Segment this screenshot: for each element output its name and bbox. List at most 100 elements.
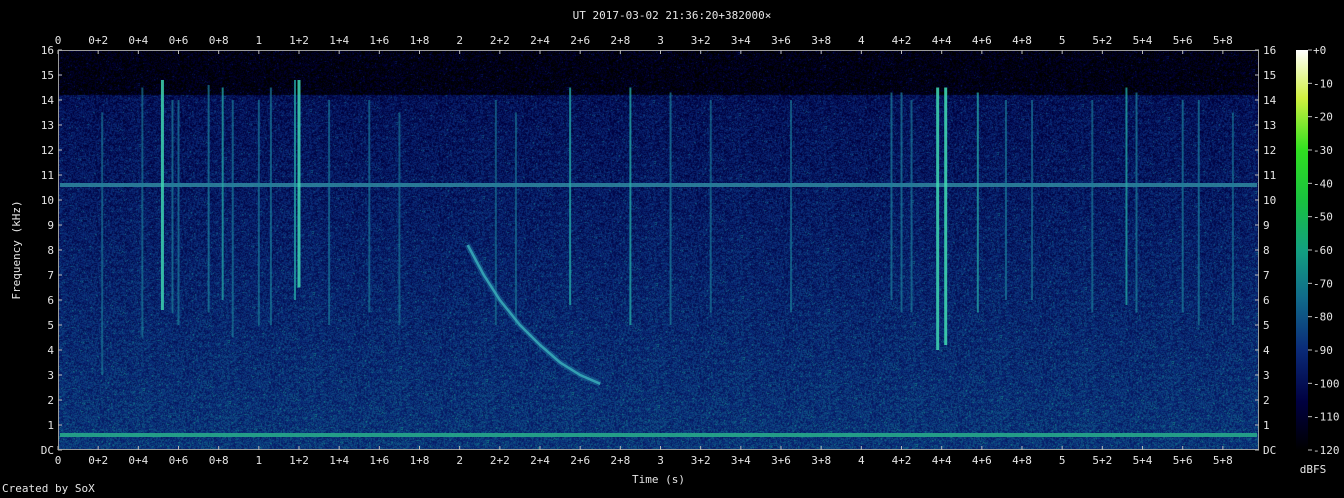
x-tick-top-label: 2+6 bbox=[570, 34, 590, 47]
x-tick-bottom-label: 3 bbox=[657, 454, 664, 467]
tone-band bbox=[60, 183, 1257, 187]
x-tick-top-label: 1+4 bbox=[329, 34, 349, 47]
x-tick-top-label: 1+8 bbox=[410, 34, 430, 47]
x-tick-bottom-label: 4+4 bbox=[932, 454, 952, 467]
x-tick-top-label: 4+6 bbox=[972, 34, 992, 47]
x-tick-bottom-label: 0+6 bbox=[169, 454, 189, 467]
x-tick-bottom-label: 3+6 bbox=[771, 454, 791, 467]
x-tick-top-label: 5+8 bbox=[1213, 34, 1233, 47]
colorbar-tick-label: -110 bbox=[1313, 411, 1340, 424]
x-tick-top-label: 4+2 bbox=[892, 34, 912, 47]
x-tick-bottom-label: 4 bbox=[858, 454, 865, 467]
colorbar-tick-label: -10 bbox=[1313, 77, 1333, 90]
x-tick-top-label: 3+4 bbox=[731, 34, 751, 47]
x-tick-bottom-label: 5+6 bbox=[1173, 454, 1193, 467]
y-tick-right-label: 13 bbox=[1263, 119, 1276, 132]
x-tick-top-label: 2+2 bbox=[490, 34, 510, 47]
colorbar-tick-label: -50 bbox=[1313, 211, 1333, 224]
colorbar-tick-label: -100 bbox=[1313, 377, 1340, 390]
x-tick-top-label: 5+2 bbox=[1092, 34, 1112, 47]
spectrogram-plot bbox=[58, 50, 1259, 450]
x-tick-bottom-label: 2+2 bbox=[490, 454, 510, 467]
y-tick-left-label: 10 bbox=[41, 194, 54, 207]
y-tick-right-label: 6 bbox=[1263, 294, 1270, 307]
y-tick-right-label: 10 bbox=[1263, 194, 1276, 207]
y-tick-right-label: 4 bbox=[1263, 344, 1270, 357]
y-tick-right-label: 1 bbox=[1263, 419, 1270, 432]
x-tick-bottom-label: 2+4 bbox=[530, 454, 550, 467]
x-tick-bottom-label: 3+4 bbox=[731, 454, 751, 467]
y-tick-left-label: 6 bbox=[47, 294, 54, 307]
y-tick-left-label: 8 bbox=[47, 244, 54, 257]
x-tick-bottom-label: 4+8 bbox=[1012, 454, 1032, 467]
colorbar-tick-label: -120 bbox=[1313, 444, 1340, 457]
x-tick-top-label: 2+8 bbox=[610, 34, 630, 47]
y-tick-right-label: 5 bbox=[1263, 319, 1270, 332]
x-tick-bottom-label: 3+8 bbox=[811, 454, 831, 467]
x-tick-bottom-label: 4+6 bbox=[972, 454, 992, 467]
x-tick-top-label: 4 bbox=[858, 34, 865, 47]
x-tick-top-label: 4+8 bbox=[1012, 34, 1032, 47]
x-tick-bottom-label: 1+6 bbox=[369, 454, 389, 467]
x-tick-top-label: 1+2 bbox=[289, 34, 309, 47]
x-tick-bottom-label: 0+4 bbox=[128, 454, 148, 467]
y-tick-right-label: DC bbox=[1263, 444, 1276, 457]
x-tick-bottom-label: 0+2 bbox=[88, 454, 108, 467]
credit-text: Created by SoX bbox=[2, 482, 95, 495]
y-tick-left-label: 14 bbox=[41, 94, 55, 107]
x-tick-top-label: 5+4 bbox=[1133, 34, 1153, 47]
x-tick-top-label: 0+4 bbox=[128, 34, 148, 47]
x-tick-top-label: 1 bbox=[256, 34, 263, 47]
x-tick-top-label: 3+8 bbox=[811, 34, 831, 47]
y-tick-left-label: 7 bbox=[47, 269, 54, 282]
y-tick-left-label: 2 bbox=[47, 394, 54, 407]
colorbar-tick-label: -20 bbox=[1313, 111, 1333, 124]
colorbar-tick-label: -60 bbox=[1313, 244, 1333, 257]
y-tick-right-label: 9 bbox=[1263, 219, 1270, 232]
y-tick-left-label: 3 bbox=[47, 369, 54, 382]
x-tick-bottom-label: 1 bbox=[256, 454, 263, 467]
x-tick-top-label: 3 bbox=[657, 34, 664, 47]
y-tick-right-label: 3 bbox=[1263, 369, 1270, 382]
x-tick-bottom-label: 1+4 bbox=[329, 454, 349, 467]
colorbar bbox=[1296, 50, 1308, 450]
x-tick-bottom-label: 5+8 bbox=[1213, 454, 1233, 467]
y-tick-left-label: 9 bbox=[47, 219, 54, 232]
x-tick-bottom-label: 2+8 bbox=[610, 454, 630, 467]
y-tick-right-label: 15 bbox=[1263, 69, 1276, 82]
y-tick-left-label: 1 bbox=[47, 419, 54, 432]
x-tick-top-label: 1+6 bbox=[369, 34, 389, 47]
x-tick-bottom-label: 1+8 bbox=[410, 454, 430, 467]
x-tick-top-label: 3+2 bbox=[691, 34, 711, 47]
x-tick-top-label: 2 bbox=[456, 34, 463, 47]
chart-title: UT 2017-03-02 21:36:20+382000× bbox=[573, 9, 772, 22]
x-tick-bottom-label: 5 bbox=[1059, 454, 1066, 467]
y-tick-left-label: 4 bbox=[47, 344, 54, 357]
x-tick-top-label: 2+4 bbox=[530, 34, 550, 47]
spectrogram-image bbox=[58, 50, 1259, 450]
x-tick-top-label: 3+6 bbox=[771, 34, 791, 47]
x-tick-top-label: 0+2 bbox=[88, 34, 108, 47]
x-tick-bottom-label: 4+2 bbox=[892, 454, 912, 467]
y-tick-left-label: 16 bbox=[41, 44, 54, 57]
spectrogram-canvas-holder bbox=[58, 50, 1259, 450]
x-tick-top-label: 0 bbox=[55, 34, 62, 47]
colorbar-ticks: +0 -10 -20 -30 -40 -50 -60 -70 -80 -90 -100 -110 -12… bbox=[1308, 44, 1340, 457]
colorbar-tick-label: -70 bbox=[1313, 277, 1333, 290]
y-tick-left-label: DC bbox=[41, 444, 54, 457]
x-tick-bottom-label: 5+2 bbox=[1092, 454, 1112, 467]
x-tick-bottom-label: 2 bbox=[456, 454, 463, 467]
y-tick-right-label: 7 bbox=[1263, 269, 1270, 282]
x-tick-top-label: 4+4 bbox=[932, 34, 952, 47]
colorbar-tick-label: -80 bbox=[1313, 311, 1333, 324]
x-tick-top-label: 5 bbox=[1059, 34, 1066, 47]
spectrogram-figure: UT 2017-03-02 21:36:20+382000× 0 0+2 0+4 0+… bbox=[10, 9, 1340, 486]
x-tick-bottom-label: 3+2 bbox=[691, 454, 711, 467]
y-tick-right-label: 2 bbox=[1263, 394, 1270, 407]
x-tick-bottom-label: 0 bbox=[55, 454, 62, 467]
y-axis-label: Frequency (kHz) bbox=[10, 200, 23, 299]
colorbar-tick-label: -30 bbox=[1313, 144, 1333, 157]
x-tick-top-label: 5+6 bbox=[1173, 34, 1193, 47]
x-tick-top-label: 0+6 bbox=[169, 34, 189, 47]
y-tick-left-label: 15 bbox=[41, 69, 54, 82]
